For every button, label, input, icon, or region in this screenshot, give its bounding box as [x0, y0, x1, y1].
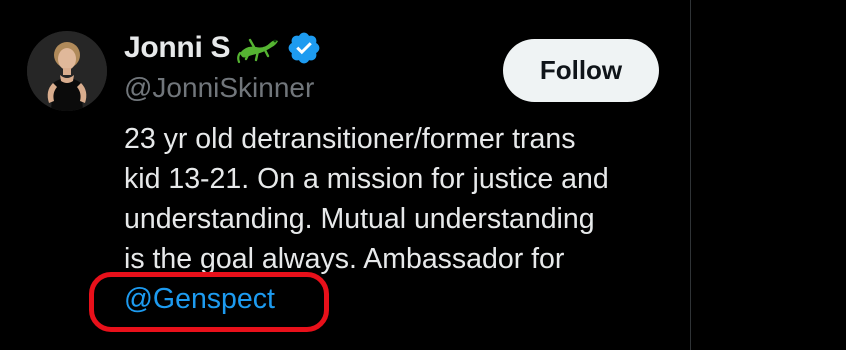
- display-name[interactable]: Jonni S: [124, 31, 231, 65]
- bio-line: kid 13-21. On a mission for justice and: [124, 163, 609, 195]
- lizard-icon: [236, 31, 280, 65]
- bio: 23 yr old detransitioner/former trans ki…: [124, 119, 684, 319]
- verified-badge-icon[interactable]: [286, 30, 322, 66]
- avatar[interactable]: [27, 31, 107, 111]
- name-row: Jonni S: [124, 28, 322, 68]
- bio-line: understanding. Mutual understanding: [124, 203, 595, 235]
- profile-photo: [27, 31, 107, 111]
- bio-line: 23 yr old detransitioner/former trans: [124, 123, 576, 155]
- bio-line: is the goal always. Ambassador for: [124, 243, 565, 275]
- profile-card: Jonni S @JonniSkinner Follow 23 yr old d…: [0, 0, 690, 350]
- bio-line: @Genspect: [124, 279, 684, 319]
- column-divider: [690, 0, 691, 350]
- user-handle[interactable]: @JonniSkinner: [124, 72, 314, 104]
- mention-link[interactable]: @Genspect: [124, 283, 275, 315]
- follow-button[interactable]: Follow: [503, 39, 659, 102]
